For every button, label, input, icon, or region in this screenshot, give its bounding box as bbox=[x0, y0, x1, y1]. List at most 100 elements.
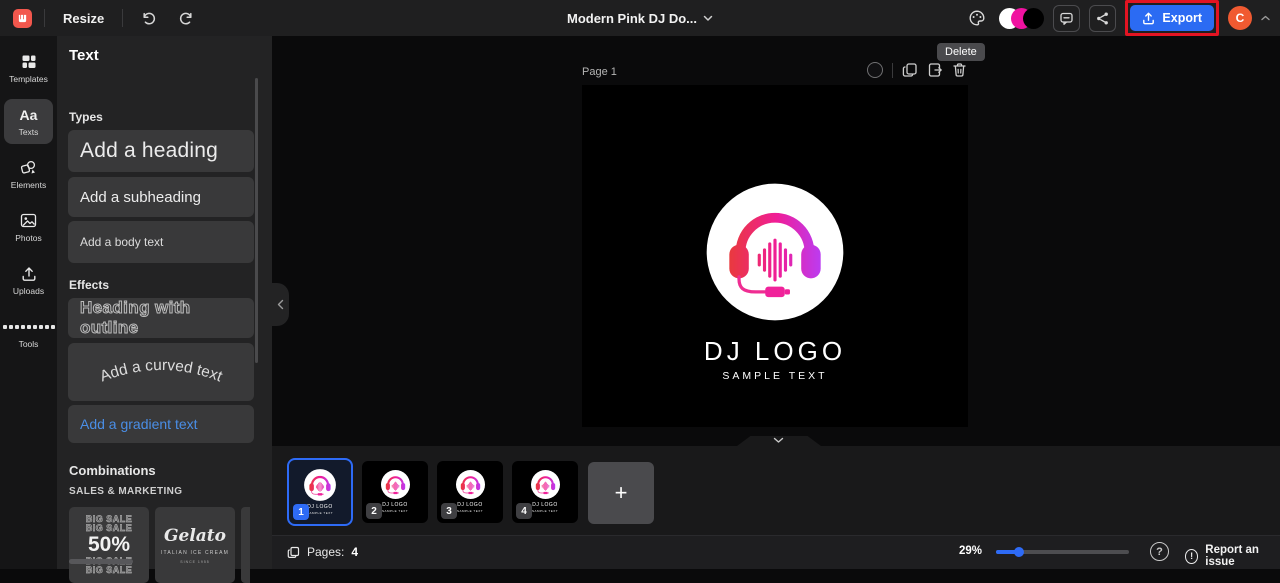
effects-heading: Effects bbox=[69, 278, 109, 292]
add-body-text-button[interactable]: Add a body text bbox=[68, 221, 254, 263]
document-title: Modern Pink DJ Do... bbox=[567, 11, 697, 26]
mini-logo-icon bbox=[380, 469, 411, 500]
sidebar-item-elements[interactable]: Elements bbox=[4, 152, 53, 197]
plus-icon: + bbox=[615, 480, 628, 506]
page-thumbnail-1[interactable]: DJ LOGO SAMPLE TEXT 1 bbox=[287, 458, 353, 526]
feedback-icon bbox=[1059, 11, 1074, 26]
combinations-category: SALES & MARKETING bbox=[69, 486, 182, 497]
chevron-up-icon[interactable] bbox=[1261, 15, 1270, 21]
panel-title: Text bbox=[69, 47, 99, 64]
sidebar-item-uploads[interactable]: Uploads bbox=[4, 258, 53, 303]
design-canvas[interactable]: DJ LOGO SAMPLE TEXT bbox=[582, 85, 968, 427]
mini-logo-title: DJ LOGO bbox=[457, 502, 482, 508]
avatar[interactable]: C bbox=[1228, 6, 1252, 30]
zoom-slider-handle[interactable] bbox=[1014, 547, 1024, 557]
divider bbox=[892, 63, 893, 78]
mini-logo-title: DJ LOGO bbox=[532, 502, 557, 508]
top-bar: Resize Modern Pink DJ Do... bbox=[0, 0, 1280, 36]
page-number-badge: 2 bbox=[366, 503, 382, 519]
undo-button[interactable] bbox=[135, 5, 161, 31]
sidebar-item-templates[interactable]: Templates bbox=[4, 46, 53, 91]
zoom-slider[interactable] bbox=[996, 550, 1129, 554]
mini-logo-title: DJ LOGO bbox=[307, 504, 332, 510]
workspace: Page 1 Delete DJ LOGO bbox=[272, 36, 1280, 446]
logo-subtitle-text[interactable]: SAMPLE TEXT bbox=[582, 370, 968, 382]
tools-icon bbox=[3, 318, 55, 335]
logo-title-text[interactable]: DJ LOGO bbox=[582, 336, 968, 367]
sidebar-item-label: Texts bbox=[19, 127, 39, 137]
pages-count: Pages: 4 bbox=[287, 545, 358, 559]
move-page-icon[interactable] bbox=[927, 62, 943, 78]
pages-count-value: 4 bbox=[351, 545, 358, 559]
mini-logo-icon bbox=[455, 469, 486, 500]
report-issue-label: Report an issue bbox=[1205, 544, 1280, 568]
zoom-value: 29% bbox=[959, 545, 982, 557]
sidebar-item-label: Photos bbox=[15, 233, 41, 243]
page-thumbnail-2[interactable]: DJ LOGO SAMPLE TEXT 2 bbox=[362, 461, 428, 523]
chevron-down-icon[interactable] bbox=[773, 437, 784, 444]
templates-icon bbox=[21, 53, 37, 70]
combinations-scrollbar[interactable] bbox=[69, 559, 133, 564]
combinations-heading: Combinations bbox=[69, 463, 156, 478]
export-label: Export bbox=[1162, 11, 1202, 25]
panel-scrollbar[interactable] bbox=[255, 78, 258, 363]
mini-logo-subtitle: SAMPLE TEXT bbox=[457, 509, 483, 513]
add-subheading-label: Add a subheading bbox=[80, 189, 201, 206]
redo-icon bbox=[178, 10, 195, 27]
page-number-badge: 4 bbox=[516, 503, 532, 519]
elements-icon bbox=[20, 159, 37, 176]
panel-collapse-button[interactable] bbox=[272, 283, 289, 326]
gradient-text-button[interactable]: Add a gradient text bbox=[68, 405, 254, 443]
page-color-swatch[interactable] bbox=[867, 62, 883, 78]
redo-button[interactable] bbox=[173, 5, 199, 31]
sidebar-item-label: Tools bbox=[19, 339, 39, 349]
gelato-tagline: SINCE 1955 bbox=[180, 560, 209, 564]
heading-outline-button[interactable]: Heading with outline bbox=[68, 298, 254, 338]
chevron-left-icon bbox=[277, 299, 284, 310]
sidebar-item-texts[interactable]: Aa Texts bbox=[4, 99, 53, 144]
combination-partial[interactable] bbox=[241, 507, 250, 583]
mini-logo-subtitle: SAMPLE TEXT bbox=[382, 509, 408, 513]
heading-outline-label: Heading with outline bbox=[80, 298, 254, 338]
add-subheading-button[interactable]: Add a subheading bbox=[68, 177, 254, 217]
text-panel: Text Types Add a heading Add a subheadin… bbox=[57, 36, 272, 569]
help-button[interactable]: ? bbox=[1150, 542, 1169, 561]
share-button[interactable] bbox=[1089, 5, 1116, 32]
mini-logo-icon bbox=[303, 468, 337, 502]
brand-glyph-icon bbox=[16, 12, 29, 25]
sidebar-item-label: Uploads bbox=[13, 286, 44, 296]
avatar-initial: C bbox=[1236, 11, 1245, 25]
color-swatch-black[interactable] bbox=[1023, 8, 1044, 29]
sidebar-item-photos[interactable]: Photos bbox=[4, 205, 53, 250]
curved-text-button[interactable]: Add a curved text bbox=[68, 343, 254, 401]
add-heading-button[interactable]: Add a heading bbox=[68, 130, 254, 172]
delete-page-icon[interactable] bbox=[952, 62, 967, 78]
palette-button[interactable] bbox=[964, 5, 990, 31]
page-thumbnail-4[interactable]: DJ LOGO SAMPLE TEXT 4 bbox=[512, 461, 578, 523]
document-title-menu[interactable]: Modern Pink DJ Do... bbox=[567, 0, 713, 36]
export-button[interactable]: Export bbox=[1130, 5, 1214, 31]
page-toolbar bbox=[867, 62, 967, 78]
divider bbox=[44, 9, 45, 27]
sidebar-item-label: Templates bbox=[9, 74, 48, 84]
feedback-button[interactable] bbox=[1053, 5, 1080, 32]
duplicate-page-icon[interactable] bbox=[902, 62, 918, 78]
app-logo[interactable] bbox=[13, 9, 32, 28]
document-colors[interactable] bbox=[999, 8, 1044, 29]
status-bar: Pages: 4 29% ? ! Report an issue bbox=[272, 535, 1280, 569]
undo-icon bbox=[140, 10, 157, 27]
add-page-button[interactable]: + bbox=[588, 462, 654, 524]
curved-text-preview: Add a curved text bbox=[68, 344, 254, 400]
page-thumbnail-3[interactable]: DJ LOGO SAMPLE TEXT 3 bbox=[437, 461, 503, 523]
sidebar-item-tools[interactable]: Tools bbox=[4, 311, 53, 356]
gradient-text-label: Add a gradient text bbox=[80, 416, 198, 432]
delete-tooltip: Delete bbox=[937, 43, 985, 61]
report-issue-button[interactable]: ! Report an issue bbox=[1185, 544, 1280, 568]
combination-gelato[interactable]: Gelato ITALIAN ICE CREAM SINCE 1955 bbox=[155, 507, 235, 583]
exclamation-icon: ! bbox=[1185, 549, 1198, 564]
dj-logo-graphic[interactable] bbox=[702, 179, 848, 325]
combination-big-sale[interactable]: BIG SALE BIG SALE 50% BIG SALE BIG SALE bbox=[69, 507, 149, 583]
texts-icon: Aa bbox=[20, 106, 38, 123]
resize-button[interactable]: Resize bbox=[57, 11, 110, 26]
page-number-badge: 1 bbox=[293, 504, 309, 520]
